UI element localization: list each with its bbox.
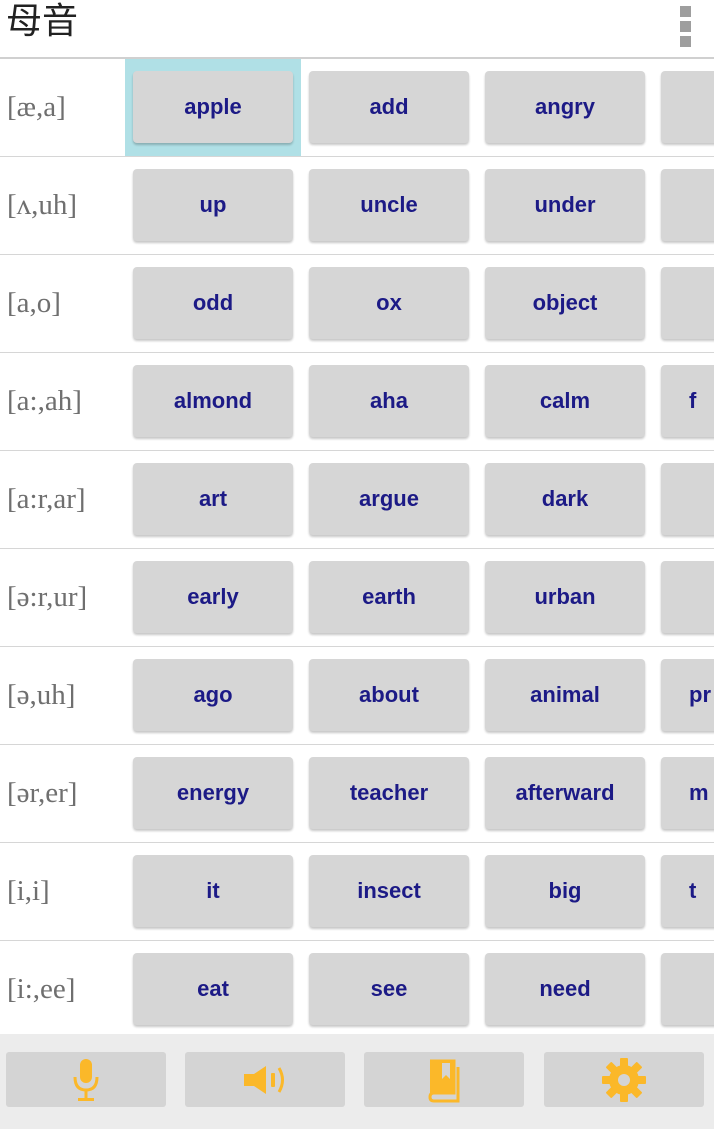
app-root: 母音 [æ,a] apple add angry [ʌ,uh] up uncle… — [0, 0, 714, 1129]
phonetic-label: [a:,ah] — [7, 385, 82, 417]
word-button[interactable] — [661, 953, 714, 1025]
phonetic-label: [ə:r,ur] — [7, 581, 88, 613]
word-button[interactable]: almond — [133, 365, 293, 437]
word-button[interactable] — [661, 463, 714, 535]
phonetic-label: [i:,ee] — [7, 973, 76, 1005]
word-button[interactable] — [661, 71, 714, 143]
vowel-row: [ər,er] energy teacher afterward m — [0, 744, 714, 842]
overflow-menu-icon[interactable] — [674, 4, 698, 48]
word-button[interactable]: odd — [133, 267, 293, 339]
phonetic-label: [i,i] — [7, 875, 50, 907]
word-button[interactable]: earth — [309, 561, 469, 633]
word-button[interactable]: early — [133, 561, 293, 633]
word-button[interactable]: it — [133, 855, 293, 927]
word-button[interactable]: add — [309, 71, 469, 143]
word-button[interactable]: apple — [133, 71, 293, 143]
vowel-row: [ə,uh] ago about animal pr — [0, 646, 714, 744]
word-button[interactable]: calm — [485, 365, 645, 437]
bottom-toolbar — [0, 1034, 714, 1129]
gear-icon — [602, 1057, 646, 1102]
play-sound-button[interactable] — [185, 1052, 345, 1107]
vowel-row: [i:,ee] eat see need — [0, 940, 714, 1038]
bookmark-book-icon — [428, 1059, 460, 1102]
word-button[interactable]: m — [661, 757, 714, 829]
word-button[interactable]: afterward — [485, 757, 645, 829]
word-button[interactable]: animal — [485, 659, 645, 731]
word-button[interactable]: insect — [309, 855, 469, 927]
word-button[interactable]: dark — [485, 463, 645, 535]
top-bar: 母音 — [0, 0, 714, 56]
word-button[interactable]: see — [309, 953, 469, 1025]
word-button[interactable]: ago — [133, 659, 293, 731]
vowel-row: [a,o] odd ox object — [0, 254, 714, 352]
word-button[interactable]: urban — [485, 561, 645, 633]
word-button[interactable]: ox — [309, 267, 469, 339]
word-button[interactable]: f — [661, 365, 714, 437]
word-button[interactable]: object — [485, 267, 645, 339]
word-button[interactable]: energy — [133, 757, 293, 829]
speaker-icon — [244, 1065, 284, 1094]
word-button[interactable]: eat — [133, 953, 293, 1025]
word-button[interactable]: pr — [661, 659, 714, 731]
settings-button[interactable] — [544, 1052, 704, 1107]
word-button[interactable]: teacher — [309, 757, 469, 829]
page-title: 母音 — [6, 1, 79, 42]
phonetic-label: [æ,a] — [7, 91, 66, 123]
record-button[interactable] — [6, 1052, 166, 1107]
word-button[interactable]: angry — [485, 71, 645, 143]
phonetic-label: [ə,uh] — [7, 679, 76, 711]
vowel-row: [i,i] it insect big t — [0, 842, 714, 940]
phonetic-label: [a:r,ar] — [7, 483, 86, 515]
word-button[interactable]: art — [133, 463, 293, 535]
bookmark-button[interactable] — [364, 1052, 524, 1107]
vowel-list: [æ,a] apple add angry [ʌ,uh] up uncle un… — [0, 57, 714, 1038]
word-cell-selected: apple — [125, 59, 301, 156]
vowel-row: [æ,a] apple add angry — [0, 57, 714, 156]
word-button[interactable]: up — [133, 169, 293, 241]
microphone-icon — [73, 1058, 99, 1101]
word-button[interactable]: uncle — [309, 169, 469, 241]
phonetic-label: [a,o] — [7, 287, 61, 319]
word-button[interactable]: big — [485, 855, 645, 927]
vowel-row: [ʌ,uh] up uncle under — [0, 156, 714, 254]
phonetic-label: [ʌ,uh] — [7, 189, 78, 221]
word-button[interactable]: aha — [309, 365, 469, 437]
word-button[interactable]: about — [309, 659, 469, 731]
word-button[interactable]: need — [485, 953, 645, 1025]
word-button[interactable]: t — [661, 855, 714, 927]
vowel-row: [ə:r,ur] early earth urban — [0, 548, 714, 646]
word-button[interactable] — [661, 561, 714, 633]
word-button[interactable] — [661, 267, 714, 339]
vowel-row: [a:,ah] almond aha calm f — [0, 352, 714, 450]
word-button[interactable]: argue — [309, 463, 469, 535]
word-button[interactable]: under — [485, 169, 645, 241]
phonetic-label: [ər,er] — [7, 777, 78, 809]
vowel-row: [a:r,ar] art argue dark — [0, 450, 714, 548]
word-button[interactable] — [661, 169, 714, 241]
